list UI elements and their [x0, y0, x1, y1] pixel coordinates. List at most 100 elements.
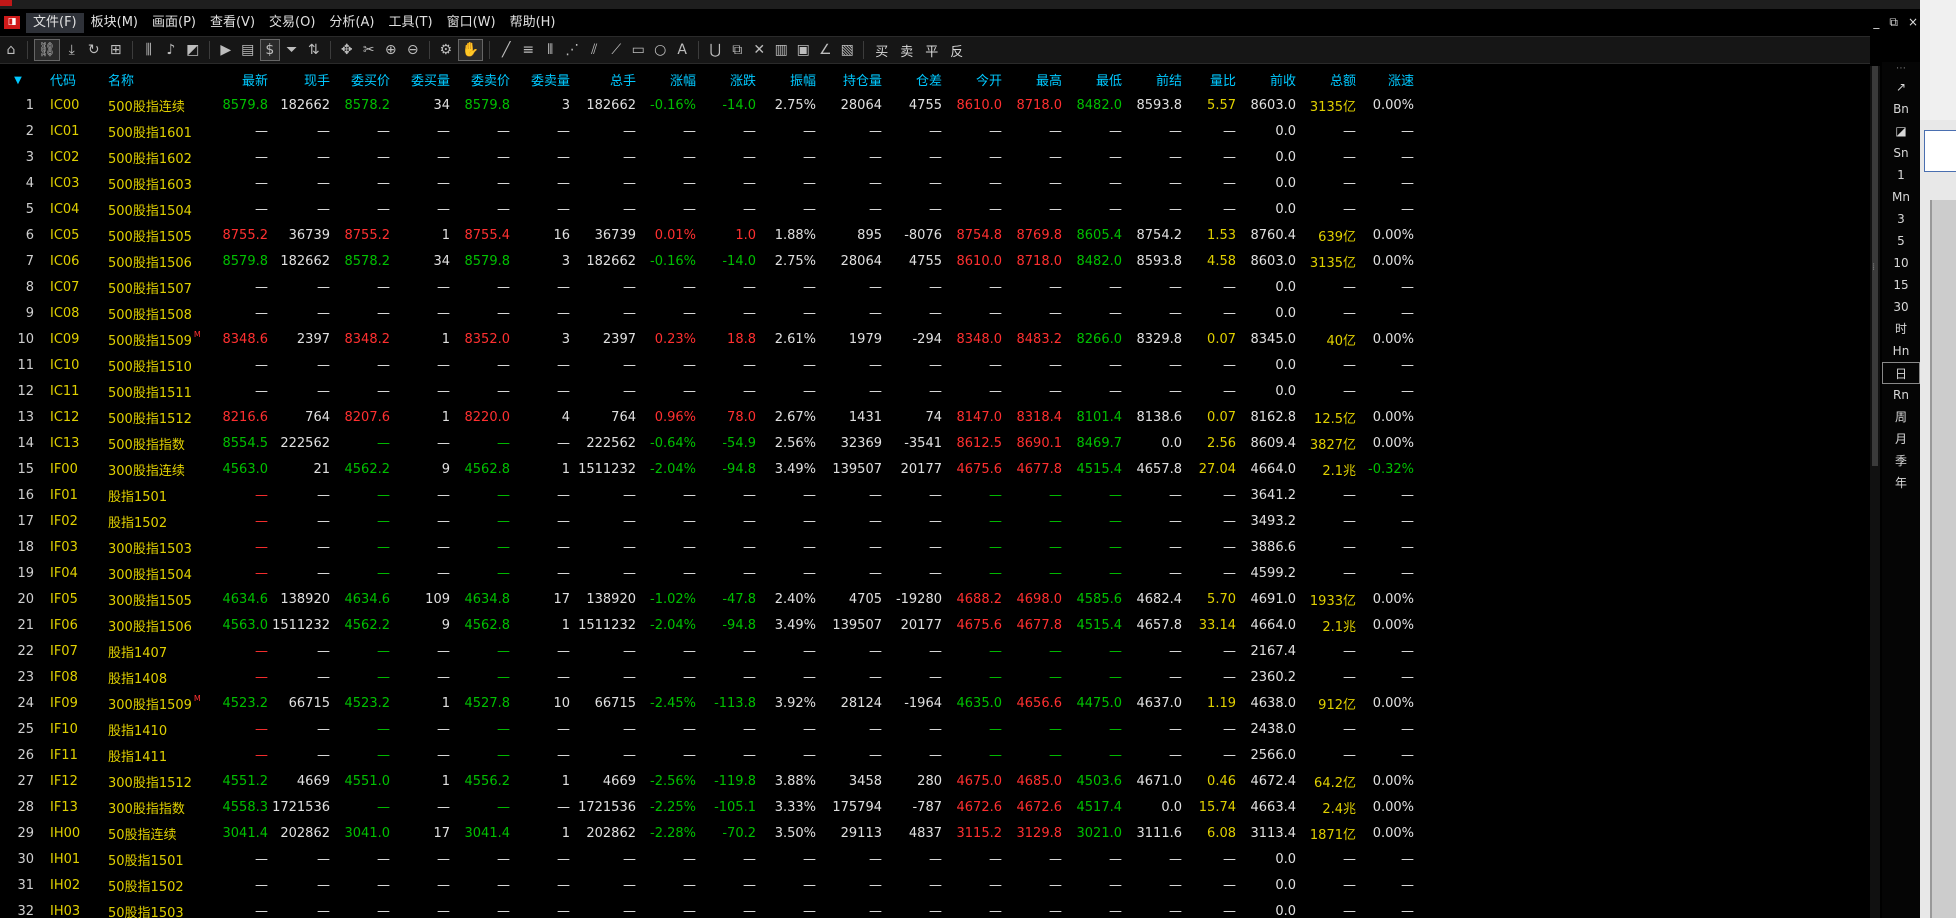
parallel-lines-icon[interactable]: ⫽ [584, 39, 604, 61]
table-row[interactable]: 25 IF10 股指1410 — — — — — — — — — — — — — — — — — 2438.0 — — [0, 716, 1418, 742]
table-row[interactable]: 32 IH03 50股指1503 — — — — — — — — — — — — — — — — — 0.0 — — [0, 898, 1418, 918]
table-row[interactable]: 15 IF00 300股指连续 4563.0 21 4562.2 9 4562.8 1 15112… [0, 456, 1418, 482]
table-row[interactable]: 12 IC11 500股指1511 — — — — — — — — — — — — — — — — — 0.0 — — [0, 378, 1418, 404]
period-10[interactable]: 10 [1882, 252, 1920, 274]
play-icon[interactable]: ▶ [216, 39, 236, 61]
contract-code[interactable]: IF00 [40, 456, 98, 482]
vertical-scrollbar[interactable] [1870, 66, 1880, 918]
trend-icon[interactable]: ↗ [1882, 76, 1920, 98]
contract-name[interactable]: 50股指连续 [98, 820, 212, 846]
app-icon[interactable]: ◨ [4, 16, 20, 29]
col-header[interactable]: 委买价 [334, 66, 394, 92]
filter-icon[interactable]: ⏷ [282, 39, 302, 61]
contract-code[interactable]: IF04 [40, 560, 98, 586]
contract-code[interactable]: IF02 [40, 508, 98, 534]
contract-name[interactable]: 500股指连续 [98, 92, 212, 118]
col-header[interactable]: 总手 [574, 66, 640, 92]
period-3[interactable]: 3 [1882, 208, 1920, 230]
contract-code[interactable]: IF13 [40, 794, 98, 820]
period-rn[interactable]: Rn [1882, 384, 1920, 406]
contract-name[interactable]: 500股指1603 [98, 170, 212, 196]
channel-icon[interactable]: ≡ [518, 39, 538, 61]
period-5[interactable]: 5 [1882, 230, 1920, 252]
sell-button[interactable]: 卖 [894, 41, 919, 60]
chart-icon[interactable]: ◩ [183, 39, 203, 61]
grid-icon[interactable]: ⊞ [106, 39, 126, 61]
table-row[interactable]: 20 IF05 300股指1505 4634.6 138920 4634.6 109 4634… [0, 586, 1418, 612]
col-header[interactable]: 现手 [272, 66, 334, 92]
contract-code[interactable]: IF09 [40, 690, 98, 716]
table-row[interactable]: 1 IC00 500股指连续 8579.8 182662 8578.2 34 8579.8 3 1… [0, 92, 1418, 118]
col-header[interactable]: 前结 [1126, 66, 1186, 92]
col-header[interactable]: 涨速 [1360, 66, 1418, 92]
period-month[interactable]: 月 [1882, 428, 1920, 450]
table-row[interactable]: 4 IC03 500股指1603 — — — — — — — — — — — — — — — — — 0.0 — — [0, 170, 1418, 196]
table-row[interactable]: 27 IF12 300股指1512 4551.2 4669 4551.0 1 4556.2 1 4… [0, 768, 1418, 794]
contract-name[interactable]: 500股指1504 [98, 196, 212, 222]
circle-icon[interactable]: ○ [650, 39, 670, 61]
table-row[interactable]: 5 IC04 500股指1504 — — — — — — — — — — — — — — — — — 0.0 — — [0, 196, 1418, 222]
contract-code[interactable]: IC01 [40, 118, 98, 144]
period-year[interactable]: 年 [1882, 472, 1920, 494]
col-header[interactable]: 最低 [1066, 66, 1126, 92]
zoom-in-icon[interactable]: ⊕ [381, 39, 401, 61]
contract-name[interactable]: 300股指指数 [98, 794, 212, 820]
table-row[interactable]: 23 IF08 股指1408 — — — — — — — — — — — — — — — — — 2360.2 — — [0, 664, 1418, 690]
save-icon[interactable]: ▧ [837, 39, 857, 61]
contract-name[interactable]: 股指1411 [98, 742, 212, 768]
table-row[interactable]: 9 IC08 500股指1508 — — — — — — — — — — — — — — — — — 0.0 — — [0, 300, 1418, 326]
table-row[interactable]: 16 IF01 股指1501 — — — — — — — — — — — — — — — — — 3641.2 — — [0, 482, 1418, 508]
scissors-icon[interactable]: ✂ [359, 39, 379, 61]
menu-help[interactable]: 帮助(H) [503, 13, 563, 33]
dollar-icon[interactable]: $ [259, 39, 280, 61]
contract-name[interactable]: 50股指1501 [98, 846, 212, 872]
contract-name[interactable]: 股指1501 [98, 482, 212, 508]
contract-code[interactable]: IC11 [40, 378, 98, 404]
menu-window[interactable]: 窗口(W) [440, 13, 503, 33]
contract-name[interactable]: 500股指1505 [98, 222, 212, 248]
period-mn[interactable]: Mn [1882, 186, 1920, 208]
menu-tools[interactable]: 工具(T) [381, 13, 439, 33]
contract-code[interactable]: IF03 [40, 534, 98, 560]
period-hour[interactable]: 时 [1882, 318, 1920, 340]
rectangle-icon[interactable]: ▭ [628, 39, 648, 61]
period-day[interactable]: 日 [1882, 362, 1920, 384]
menu-view[interactable]: 查看(V) [203, 13, 262, 33]
copy-icon[interactable]: ⧉ [727, 39, 747, 61]
contract-name[interactable]: 股指1410 [98, 716, 212, 742]
contract-code[interactable]: IC10 [40, 352, 98, 378]
gann-icon[interactable]: ⟋ [606, 39, 626, 61]
table-row[interactable]: 26 IF11 股指1411 — — — — — — — — — — — — — — — — — 2566.0 — — [0, 742, 1418, 768]
contract-code[interactable]: IF07 [40, 638, 98, 664]
contract-name[interactable]: 股指1407 [98, 638, 212, 664]
contract-code[interactable]: IF08 [40, 664, 98, 690]
sort-arrow-icon[interactable]: ▼ [0, 66, 40, 92]
contract-name[interactable]: 500股指1508 [98, 300, 212, 326]
candlestick-icon[interactable]: ⫼ [139, 39, 159, 61]
contract-name[interactable]: 500股指指数 [98, 430, 212, 456]
menu-trade[interactable]: 交易(O) [262, 13, 322, 33]
zoom-out-icon[interactable]: ⊖ [403, 39, 423, 61]
col-header[interactable]: 最新 [212, 66, 272, 92]
more-icon[interactable]: ⋯ [1882, 62, 1920, 76]
contract-name[interactable]: 50股指1502 [98, 872, 212, 898]
contract-code[interactable]: IC00 [40, 92, 98, 118]
table-row[interactable]: 3 IC02 500股指1602 — — — — — — — — — — — — — — — — — 0.0 — — [0, 144, 1418, 170]
text-tool-icon[interactable]: A [672, 39, 692, 61]
contract-name[interactable]: 500股指1510 [98, 352, 212, 378]
table-row[interactable]: 29 IH00 50股指连续 3041.4 202862 3041.0 17 3041.4 1 2… [0, 820, 1418, 846]
contract-name[interactable]: 300股指1512 [98, 768, 212, 794]
contract-code[interactable]: IH02 [40, 872, 98, 898]
contract-name[interactable]: 300股指1505 [98, 586, 212, 612]
period-bn[interactable]: Bn [1882, 98, 1920, 120]
table-row[interactable]: 10 IC09 500股指1509 M 8348.6 2397 8348.2 1 8352.0 3… [0, 326, 1418, 352]
line-draw-icon[interactable]: ╱ [496, 39, 516, 61]
contract-name[interactable]: 500股指1509 M [98, 326, 212, 352]
move-icon[interactable]: ✥ [337, 39, 357, 61]
contract-name[interactable]: 500股指1511 [98, 378, 212, 404]
period-sn[interactable]: Sn [1882, 142, 1920, 164]
contract-name[interactable]: 300股指1503 [98, 534, 212, 560]
period-1[interactable]: 1 [1882, 164, 1920, 186]
contract-code[interactable]: IC02 [40, 144, 98, 170]
contract-code[interactable]: IC12 [40, 404, 98, 430]
